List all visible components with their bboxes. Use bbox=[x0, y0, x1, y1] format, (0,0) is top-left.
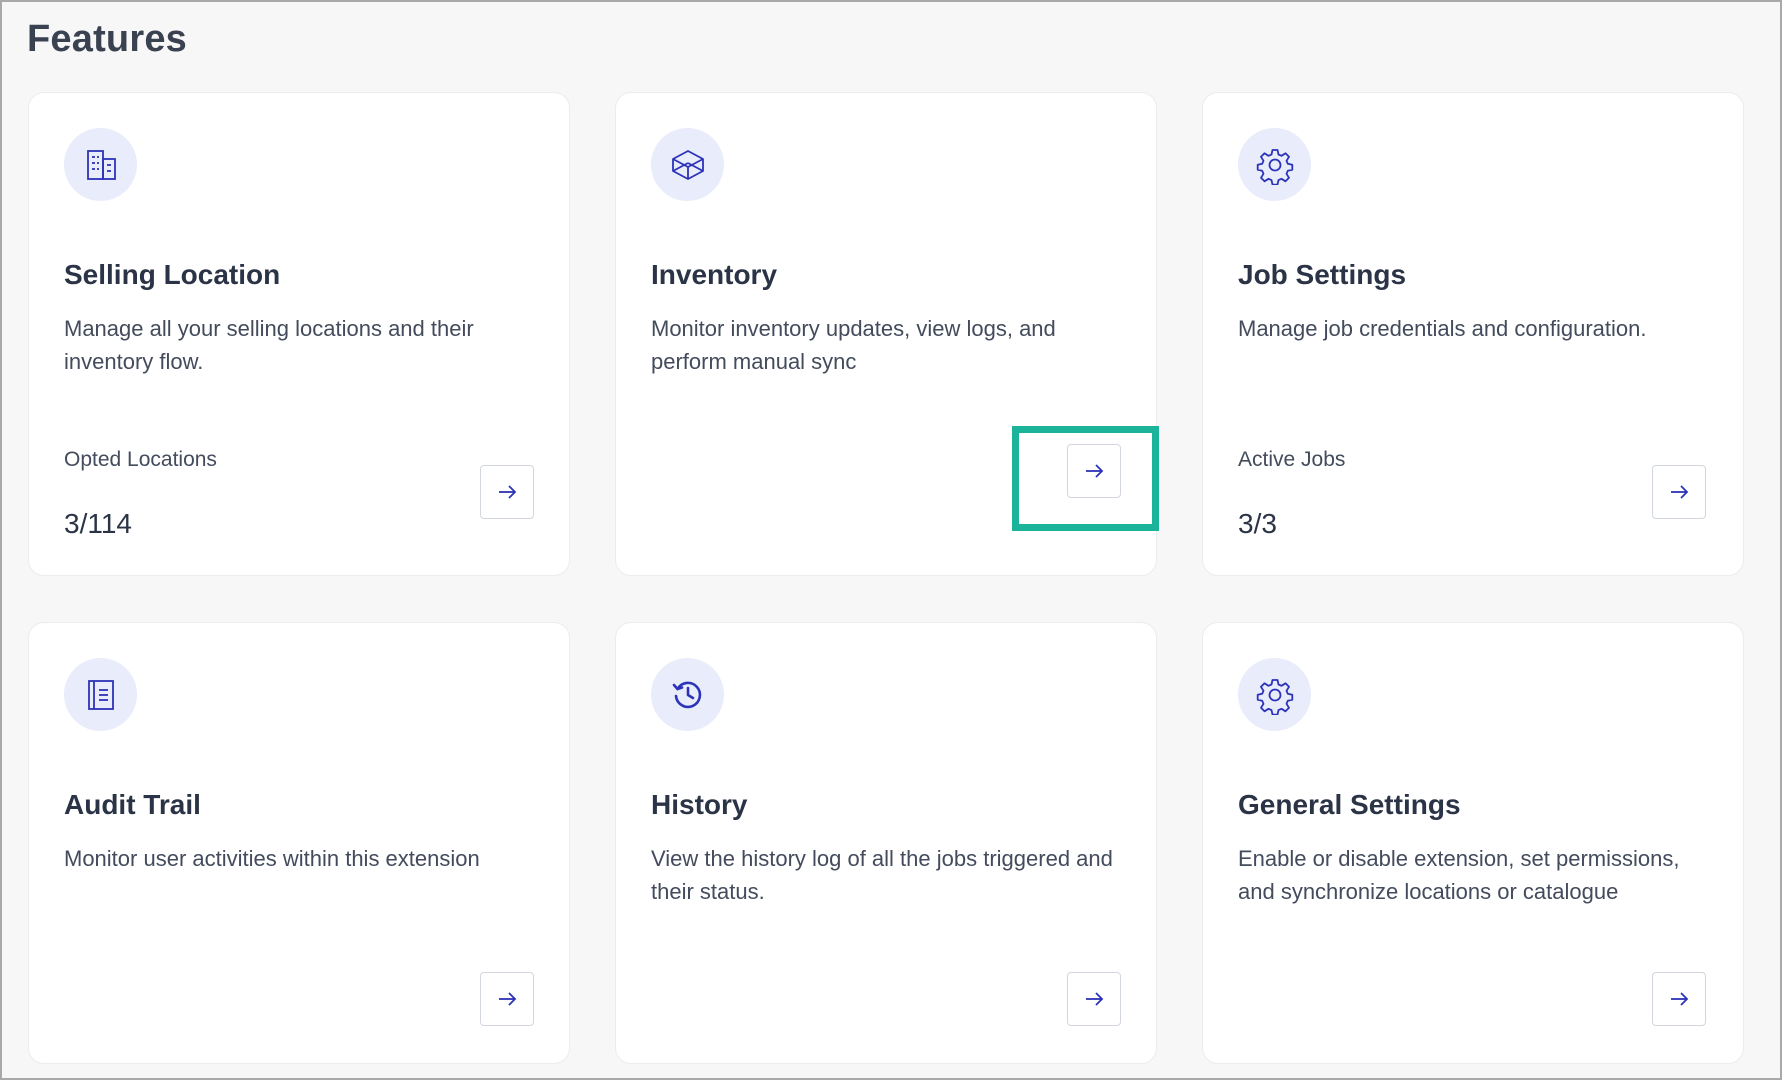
card-title: Job Settings bbox=[1238, 259, 1407, 290]
page-title: Features bbox=[27, 18, 188, 60]
stat-value: 3/114 bbox=[64, 508, 132, 539]
card-history: History View the history log of all the … bbox=[615, 622, 1157, 1064]
arrow-right-icon bbox=[1086, 992, 1104, 1006]
open-general-settings-button[interactable] bbox=[1652, 972, 1706, 1026]
card-description: Manage all your selling locations and th… bbox=[64, 316, 474, 374]
open-history-button[interactable] bbox=[1067, 972, 1121, 1026]
arrow-right-icon bbox=[1671, 992, 1689, 1006]
stat-label: Opted Locations bbox=[64, 448, 217, 471]
card-description: Manage job credentials and configuration… bbox=[1238, 316, 1647, 341]
card-selling-location: Selling Location Manage all your selling… bbox=[28, 92, 570, 576]
card-description: Monitor user activities within this exte… bbox=[64, 846, 480, 871]
cube-icon bbox=[651, 128, 724, 201]
stat-value: 3/3 bbox=[1238, 508, 1277, 539]
open-inventory-button[interactable] bbox=[1067, 444, 1121, 498]
arrow-right-icon bbox=[1671, 485, 1689, 499]
building-icon bbox=[64, 128, 137, 201]
card-title: History bbox=[651, 789, 748, 820]
arrow-right-icon bbox=[499, 485, 517, 499]
card-job-settings: Job Settings Manage job credentials and … bbox=[1202, 92, 1744, 576]
gear-icon bbox=[1238, 658, 1311, 731]
card-description: Monitor inventory updates, view logs, an… bbox=[651, 316, 1056, 374]
card-title: Selling Location bbox=[64, 259, 281, 290]
features-page: Features Selling Location Manage all you… bbox=[0, 0, 1782, 1080]
open-job-settings-button[interactable] bbox=[1652, 465, 1706, 519]
notebook-icon bbox=[64, 658, 137, 731]
card-title: General Settings bbox=[1238, 789, 1461, 820]
card-inventory: Inventory Monitor inventory updates, vie… bbox=[615, 92, 1157, 576]
card-description: View the history log of all the jobs tri… bbox=[651, 846, 1113, 904]
open-audit-trail-button[interactable] bbox=[480, 972, 534, 1026]
card-description: Enable or disable extension, set permiss… bbox=[1238, 846, 1680, 904]
card-title: Audit Trail bbox=[64, 789, 201, 820]
card-audit-trail: Audit Trail Monitor user activities with… bbox=[28, 622, 570, 1064]
gear-icon bbox=[1238, 128, 1311, 201]
stat-label: Active Jobs bbox=[1238, 448, 1346, 471]
arrow-right-icon bbox=[1086, 464, 1104, 478]
arrow-right-icon bbox=[499, 992, 517, 1006]
open-selling-location-button[interactable] bbox=[480, 465, 534, 519]
card-title: Inventory bbox=[651, 259, 778, 290]
card-general-settings: General Settings Enable or disable exten… bbox=[1202, 622, 1744, 1064]
history-icon bbox=[651, 658, 724, 731]
